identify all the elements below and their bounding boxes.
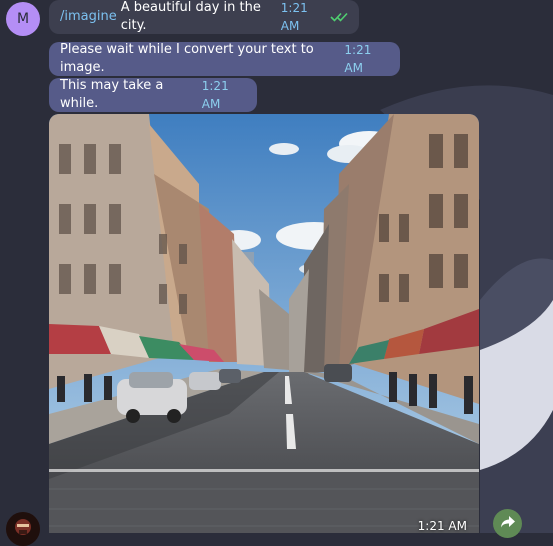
message-time: 1:21 AM xyxy=(280,1,308,33)
city-street-image xyxy=(49,114,479,533)
generated-image-message[interactable]: 1:21 AM xyxy=(49,114,479,533)
message-bubble-while[interactable]: This may take a while. 1:21 AM xyxy=(49,78,257,112)
double-check-icon xyxy=(330,12,348,22)
avatar-initial: M xyxy=(16,11,30,27)
message-text: A beautiful day in the city. xyxy=(120,0,261,33)
message-time: 1:21 AM xyxy=(344,43,372,75)
message-bubble-wait[interactable]: Please wait while I convert your text to… xyxy=(49,42,400,76)
share-button[interactable] xyxy=(493,509,522,538)
command-link[interactable]: /imagine xyxy=(60,8,117,26)
message-text: Please wait while I convert your text to… xyxy=(60,42,314,75)
user-avatar[interactable]: M xyxy=(6,2,40,36)
image-message-time: 1:21 AM xyxy=(417,519,467,533)
message-text: This may take a while. xyxy=(60,78,164,111)
share-arrow-icon xyxy=(500,514,516,533)
bot-avatar[interactable] xyxy=(6,512,40,546)
message-bubble-prompt[interactable]: /imagine A beautiful day in the city. 1:… xyxy=(49,0,359,34)
message-time: 1:21 AM xyxy=(201,79,229,111)
